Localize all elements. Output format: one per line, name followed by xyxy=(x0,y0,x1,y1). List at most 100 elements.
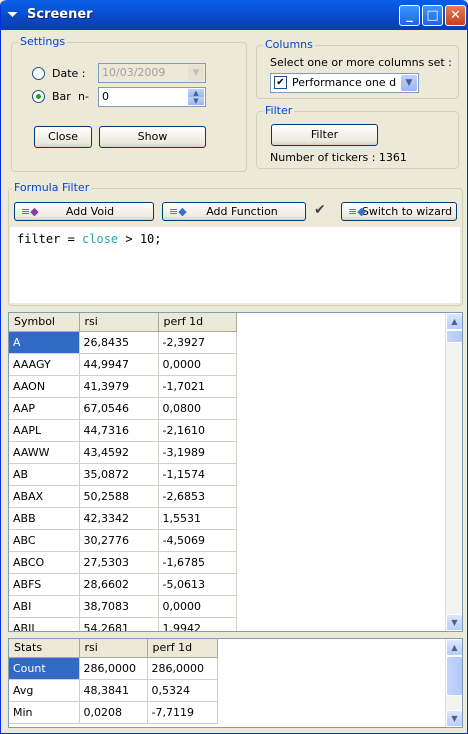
results-row[interactable]: AAAGY 44,9947 0,0000 xyxy=(9,353,237,376)
results-row-cell[interactable]: 44,9947 xyxy=(79,353,159,376)
results-row[interactable]: AAON 41,3979 -1,7021 xyxy=(9,375,237,398)
results-row-cell[interactable]: -1,7021 xyxy=(158,375,237,398)
stats-row[interactable]: Avg 48,3841 0,5324 xyxy=(9,679,218,702)
scroll-thumb[interactable] xyxy=(446,330,462,343)
results-row-cell[interactable]: 30,2776 xyxy=(79,529,159,552)
results-row-cell[interactable]: 27,5303 xyxy=(79,551,159,574)
scroll-up-icon[interactable]: ▲ xyxy=(446,639,462,656)
scroll-thumb[interactable] xyxy=(446,656,462,696)
results-row-cell[interactable]: AAON xyxy=(9,375,80,398)
results-row-cell[interactable]: -2,3927 xyxy=(158,331,237,354)
maximize-button[interactable]: □ xyxy=(422,5,443,26)
checkmark-icon[interactable]: ✔ xyxy=(314,202,326,218)
results-row[interactable]: ABB 42,3342 1,5531 xyxy=(9,507,237,530)
results-row-cell[interactable]: ABI xyxy=(9,595,80,618)
scroll-down-icon[interactable]: ▼ xyxy=(446,710,462,727)
results-row-cell[interactable]: 0,0800 xyxy=(158,397,237,420)
results-row-cell[interactable]: 67,0546 xyxy=(79,397,159,420)
results-row[interactable]: A 26,8435 -2,3927 xyxy=(9,331,237,354)
results-row-cell[interactable]: -2,1610 xyxy=(158,419,237,442)
close-button[interactable]: Close xyxy=(34,126,92,148)
stats-row-cell[interactable]: 286,0000 xyxy=(147,657,218,680)
results-row-cell[interactable]: 42,3342 xyxy=(79,507,159,530)
stats-row-cell[interactable]: 0,5324 xyxy=(147,679,218,702)
results-row[interactable]: AAPL 44,7316 -2,1610 xyxy=(9,419,237,442)
results-row-cell[interactable]: AAPL xyxy=(9,419,80,442)
results-scrollbar[interactable]: ▲ ▼ xyxy=(445,313,462,631)
stats-row-cell[interactable]: 286,0000 xyxy=(79,657,148,680)
results-row-cell[interactable]: 26,8435 xyxy=(79,331,159,354)
stats-row-cell[interactable]: Min xyxy=(9,701,80,724)
results-row-cell[interactable]: ABB xyxy=(9,507,80,530)
stats-row-cell[interactable]: 48,3841 xyxy=(79,679,148,702)
formula-editor[interactable]: filter = close > 10; xyxy=(10,227,460,303)
results-row[interactable]: AAP 67,0546 0,0800 xyxy=(9,397,237,420)
results-row-cell[interactable]: 44,7316 xyxy=(79,419,159,442)
filter-button[interactable]: Filter xyxy=(271,124,378,146)
results-row[interactable]: ABAX 50,2588 -2,6853 xyxy=(9,485,237,508)
results-row-cell[interactable]: 38,7083 xyxy=(79,595,159,618)
results-row[interactable]: ABC 30,2776 -4,5069 xyxy=(9,529,237,552)
results-row-cell[interactable]: 28,6602 xyxy=(79,573,159,596)
results-header-rsi[interactable]: rsi xyxy=(79,313,159,332)
columns-checkbox[interactable]: ✔ xyxy=(274,76,287,89)
results-row-cell[interactable]: AAP xyxy=(9,397,80,420)
stats-header-stats[interactable]: Stats xyxy=(9,639,80,658)
results-row-cell[interactable]: ABC xyxy=(9,529,80,552)
results-grid[interactable]: Symbol rsi perf 1d A 26,8435 -2,3927 AAAGY 4… xyxy=(8,312,463,632)
spin-up-icon[interactable]: ▲ xyxy=(188,89,204,97)
results-row[interactable]: ABII 54,2681 1,9942 xyxy=(9,617,237,631)
close-window-button[interactable]: ✕ xyxy=(445,5,466,26)
show-button[interactable]: Show xyxy=(99,126,206,148)
results-row-cell[interactable]: AAWW xyxy=(9,441,80,464)
stats-row[interactable]: Count 286,0000 286,0000 xyxy=(9,657,218,680)
add-function-button[interactable]: ≡◆ Add Function xyxy=(162,202,306,221)
results-row-cell[interactable]: 0,0000 xyxy=(158,353,237,376)
results-row-cell[interactable]: 1,5531 xyxy=(158,507,237,530)
scroll-down-icon[interactable]: ▼ xyxy=(446,614,462,631)
results-row-cell[interactable]: AB xyxy=(9,463,80,486)
results-row-cell[interactable]: 50,2588 xyxy=(79,485,159,508)
results-header-symbol[interactable]: Symbol xyxy=(9,313,80,332)
results-row-cell[interactable]: -1,1574 xyxy=(158,463,237,486)
results-row-cell[interactable]: 0,0000 xyxy=(158,595,237,618)
spin-down-icon[interactable]: ▼ xyxy=(188,97,204,105)
results-row-cell[interactable]: ABFS xyxy=(9,573,80,596)
results-row-cell[interactable]: 54,2681 xyxy=(79,617,159,631)
results-row-cell[interactable]: -4,5069 xyxy=(158,529,237,552)
add-void-button[interactable]: ≡◆ Add Void xyxy=(14,202,154,221)
results-row-cell[interactable]: ABAX xyxy=(9,485,80,508)
stats-grid[interactable]: Stats rsi perf 1d Count 286,0000 286,0000 A… xyxy=(8,638,463,728)
stats-row[interactable]: Min 0,0208 -7,7119 xyxy=(9,701,218,724)
title-bar[interactable]: ⏷ Screener _ □ ✕ xyxy=(1,0,467,30)
date-picker[interactable]: 10/03/2009 ▼ xyxy=(98,63,206,83)
stats-row-cell[interactable]: 0,0208 xyxy=(79,701,148,724)
results-row-cell[interactable]: -1,6785 xyxy=(158,551,237,574)
results-row[interactable]: ABCO 27,5303 -1,6785 xyxy=(9,551,237,574)
results-row-cell[interactable]: ABCO xyxy=(9,551,80,574)
stats-header-perf[interactable]: perf 1d xyxy=(147,639,218,658)
results-row-cell[interactable]: AAAGY xyxy=(9,353,80,376)
results-header-perf[interactable]: perf 1d xyxy=(158,313,237,332)
results-row[interactable]: AB 35,0872 -1,1574 xyxy=(9,463,237,486)
results-row-cell[interactable]: -5,0613 xyxy=(158,573,237,596)
results-row[interactable]: ABI 38,7083 0,0000 xyxy=(9,595,237,618)
stats-scrollbar[interactable]: ▲ ▼ xyxy=(445,639,462,727)
results-row-cell[interactable]: 41,3979 xyxy=(79,375,159,398)
stats-header-rsi[interactable]: rsi xyxy=(79,639,148,658)
stats-row-cell[interactable]: Count xyxy=(9,657,80,680)
results-row[interactable]: AAWW 43,4592 -3,1989 xyxy=(9,441,237,464)
stats-row-cell[interactable]: Avg xyxy=(9,679,80,702)
results-row[interactable]: ABFS 28,6602 -5,0613 xyxy=(9,573,237,596)
results-row-cell[interactable]: 1,9942 xyxy=(158,617,237,631)
minimize-button[interactable]: _ xyxy=(399,5,420,26)
date-radio[interactable] xyxy=(32,67,45,80)
bar-radio[interactable] xyxy=(32,90,45,103)
results-row-cell[interactable]: 43,4592 xyxy=(79,441,159,464)
results-row-cell[interactable]: ABII xyxy=(9,617,80,631)
stats-row-cell[interactable]: -7,7119 xyxy=(147,701,218,724)
results-row-cell[interactable]: A xyxy=(9,331,80,354)
results-row-cell[interactable]: 35,0872 xyxy=(79,463,159,486)
bar-n-input[interactable]: 0 ▲ ▼ xyxy=(98,87,206,107)
results-row-cell[interactable]: -3,1989 xyxy=(158,441,237,464)
